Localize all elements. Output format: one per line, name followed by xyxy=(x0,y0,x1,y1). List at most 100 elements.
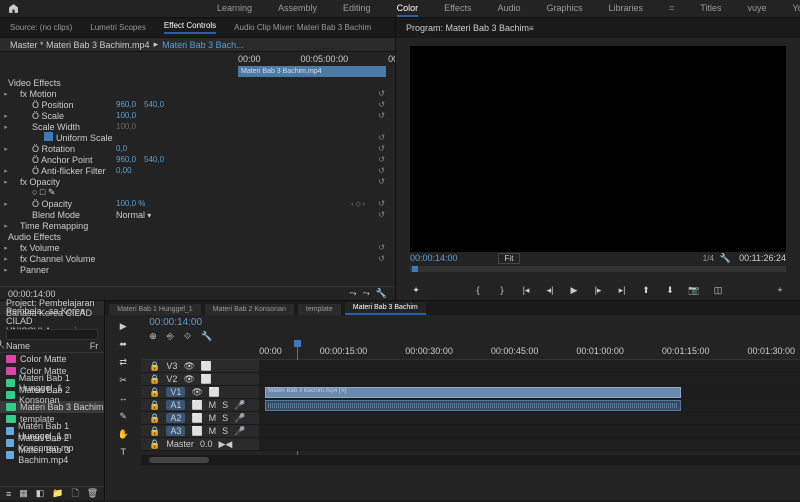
add-button-icon[interactable]: + xyxy=(774,284,786,296)
scale-val[interactable]: 100,0 xyxy=(116,111,136,120)
pen-tool-icon[interactable]: ✎ xyxy=(116,409,130,423)
ws-assembly[interactable]: Assembly xyxy=(278,1,317,17)
marker-icon[interactable]: ✦ xyxy=(410,284,422,296)
seq-tab[interactable]: Materi Bab 1 Hunggel_1 xyxy=(109,304,201,315)
video-viewport[interactable] xyxy=(410,46,786,252)
fx-volume[interactable]: fx Volume xyxy=(8,243,60,253)
bin-item[interactable]: Color Matte xyxy=(0,353,104,365)
zoom-wave-icon[interactable]: ⤳ xyxy=(363,288,370,299)
mark-out-icon[interactable]: } xyxy=(496,284,508,296)
mark-in-icon[interactable]: { xyxy=(472,284,484,296)
fx-opacity[interactable]: fx Opacity xyxy=(8,177,60,187)
pos-y[interactable]: 540,0 xyxy=(144,100,164,109)
res-select[interactable]: 1/4 xyxy=(703,254,714,263)
timeline-timecode[interactable]: 00:00:14:00 xyxy=(149,317,202,328)
ws-color[interactable]: Color xyxy=(397,1,419,17)
master-lock[interactable]: 🔒 xyxy=(149,439,160,450)
footer-timecode[interactable]: 00:00:14:00 xyxy=(8,289,56,299)
fx-motion[interactable]: fx Motion xyxy=(8,89,57,99)
name-column[interactable]: Name xyxy=(6,341,30,352)
search-input[interactable] xyxy=(6,329,98,340)
scrubber[interactable] xyxy=(410,266,786,272)
af-val[interactable]: 0,00 xyxy=(116,166,132,175)
mini-clip[interactable]: Materi Bab 3 Bachim.mp4 xyxy=(238,66,386,77)
ws-vuye[interactable]: vuye xyxy=(747,1,766,17)
step-fwd-icon[interactable]: |▸ xyxy=(592,284,604,296)
blend-select[interactable]: Normal ▾ xyxy=(116,210,151,220)
program-timecode[interactable]: 00:00:14:00 xyxy=(410,253,458,263)
anchor-y[interactable]: 540,0 xyxy=(144,155,164,164)
settings-tl-icon[interactable]: 🔧 xyxy=(201,331,212,342)
timeline-ruler[interactable]: 00:0000:00:15:0000:00:30:0000:00:45:0000… xyxy=(141,342,800,360)
seq-tab[interactable]: template xyxy=(298,304,341,315)
bin-item[interactable]: Materi Bab 3 Bachim xyxy=(0,401,104,413)
ripple-tool-icon[interactable]: ⇄ xyxy=(116,355,130,369)
ws-youtuber[interactable]: Youtuber xyxy=(792,1,800,17)
rot-val[interactable]: 0,0 xyxy=(116,144,127,153)
play-icon[interactable]: ▶ xyxy=(568,284,580,296)
v1-lock[interactable]: 🔒 xyxy=(149,387,160,398)
ws-titles[interactable]: Titles xyxy=(700,1,721,17)
ws-libraries[interactable]: Libraries xyxy=(609,1,644,17)
a1-clip[interactable] xyxy=(265,400,681,411)
selection-tool-icon[interactable]: ▶ xyxy=(116,319,130,333)
mask-icons[interactable]: ○ □ ✎ xyxy=(8,187,55,198)
v1-label[interactable]: V1 xyxy=(166,387,185,397)
new-bin-icon[interactable]: 📁 xyxy=(52,488,63,499)
wrench-icon[interactable]: 🔧 xyxy=(720,253,731,264)
fit-select[interactable]: Fit xyxy=(498,253,521,264)
lift-icon[interactable]: ⬆ xyxy=(640,284,652,296)
mini-ruler[interactable]: 00:00 00:05:00:00 00:10:00:00 xyxy=(0,52,395,66)
master-val[interactable]: 0.0 xyxy=(200,439,213,449)
a2-label[interactable]: A2 xyxy=(166,413,185,423)
view-free-icon[interactable]: ◧ xyxy=(36,488,45,499)
tab-source[interactable]: Source: (no clips) xyxy=(10,23,72,32)
ws-audio[interactable]: Audio xyxy=(497,1,520,17)
v3-lock[interactable]: 🔒 xyxy=(149,361,160,372)
view-list-icon[interactable]: ≡ xyxy=(6,489,11,499)
fx-panner[interactable]: Panner xyxy=(8,265,49,275)
bin-item[interactable]: Materi Bab 3 Bachim.mp4 xyxy=(0,449,104,461)
ws-effects[interactable]: Effects xyxy=(444,1,471,17)
type-tool-icon[interactable]: T xyxy=(116,445,130,459)
home-icon[interactable] xyxy=(8,3,19,15)
pos-x[interactable]: 960,0 xyxy=(116,100,136,109)
hand-tool-icon[interactable]: ✋ xyxy=(116,427,130,441)
ws-graphics[interactable]: Graphics xyxy=(546,1,582,17)
zoom-curve-icon[interactable]: ⤳ xyxy=(349,288,356,299)
tab-audio-mixer[interactable]: Audio Clip Mixer: Materi Bab 3 Bachim xyxy=(234,23,371,32)
ws-eq[interactable]: = xyxy=(669,1,674,17)
reset-icon[interactable]: ↺ xyxy=(378,89,385,98)
compare-icon[interactable]: ◫ xyxy=(712,284,724,296)
fx-timeremap[interactable]: Time Remapping xyxy=(8,221,88,231)
link-icon[interactable]: ⎆ xyxy=(167,331,174,342)
slip-tool-icon[interactable]: ↔ xyxy=(116,391,130,405)
a2-lock[interactable]: 🔒 xyxy=(149,413,160,424)
opacity-val[interactable]: 100,0 % xyxy=(116,199,145,208)
ws-editing[interactable]: Editing xyxy=(343,1,371,17)
v2-lock[interactable]: 🔒 xyxy=(149,374,160,385)
go-in-icon[interactable]: |◂ xyxy=(520,284,532,296)
uniform-checkbox[interactable] xyxy=(44,132,53,141)
v3-label[interactable]: V3 xyxy=(166,361,177,371)
razor-tool-icon[interactable]: ✂ xyxy=(116,373,130,387)
export-frame-icon[interactable]: 📷 xyxy=(688,284,700,296)
view-icon-icon[interactable]: ▦ xyxy=(19,488,28,499)
track-select-tool-icon[interactable]: ⬌ xyxy=(116,337,130,351)
tab-effect-controls[interactable]: Effect Controls xyxy=(164,21,216,34)
a3-lock[interactable]: 🔒 xyxy=(149,426,160,437)
step-back-icon[interactable]: ◂| xyxy=(544,284,556,296)
ws-learning[interactable]: Learning xyxy=(217,1,252,17)
extract-icon[interactable]: ⬇ xyxy=(664,284,676,296)
a1-lock[interactable]: 🔒 xyxy=(149,400,160,411)
a3-label[interactable]: A3 xyxy=(166,426,185,436)
trash-icon[interactable]: 🗑 xyxy=(87,488,98,499)
v2-label[interactable]: V2 xyxy=(166,374,177,384)
go-out-icon[interactable]: ▸| xyxy=(616,284,628,296)
h-scrollbar[interactable] xyxy=(141,455,800,465)
bin-item[interactable]: Materi Bab 2 Konsonan xyxy=(0,389,104,401)
wrench-icon[interactable]: 🔧 xyxy=(376,288,387,299)
tab-lumetri[interactable]: Lumetri Scopes xyxy=(90,23,146,32)
seq-tab[interactable]: Materi Bab 3 Bachim xyxy=(345,302,426,315)
v1-clip[interactable]: Materi Bab 3 Bachim.mp4 [V] xyxy=(265,387,681,398)
